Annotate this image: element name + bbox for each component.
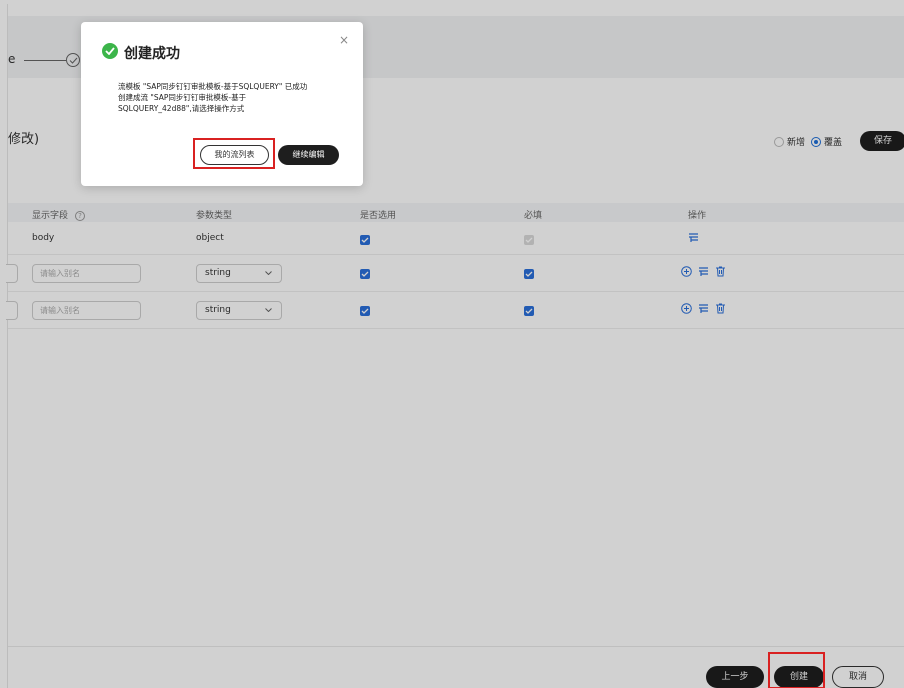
success-check-icon — [102, 43, 118, 59]
continue-edit-button[interactable]: 继续编辑 — [278, 145, 339, 165]
highlight-box — [768, 652, 825, 688]
message-line: SQLQUERY_42d88",请选择操作方式 — [118, 104, 245, 113]
dialog-title: 创建成功 — [124, 46, 180, 62]
message-line: 创建成流 "SAP同步钉钉审批模板-基于 — [118, 93, 247, 102]
close-icon[interactable]: × — [339, 34, 349, 46]
message-line: 流模板 "SAP同步钉钉审批模板-基于SQLQUERY" 已成功 — [118, 82, 308, 91]
dialog-message: 流模板 "SAP同步钉钉审批模板-基于SQLQUERY" 已成功 创建成流 "S… — [118, 81, 348, 114]
highlight-box — [193, 138, 275, 169]
